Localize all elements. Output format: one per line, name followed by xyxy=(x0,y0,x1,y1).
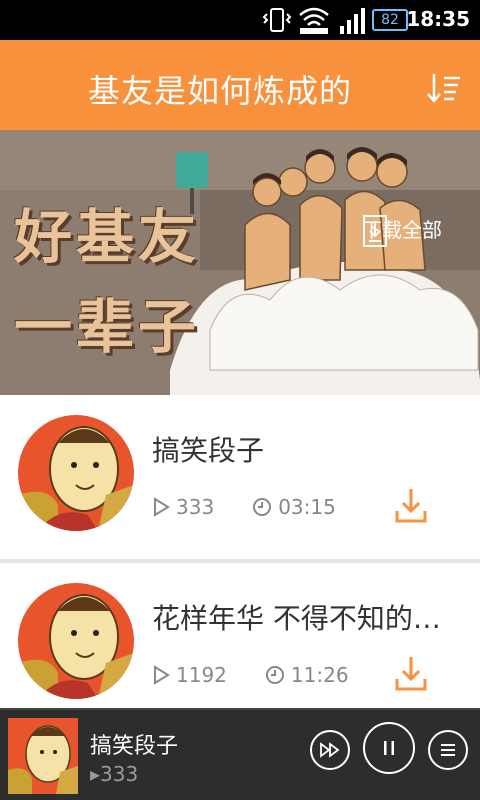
play-count: 333 xyxy=(176,495,215,519)
track-meta: 333 03:15 xyxy=(152,495,340,519)
wifi-icon xyxy=(299,7,329,34)
play-count-icon xyxy=(154,497,170,517)
play-count: 1192 xyxy=(176,663,227,687)
track-meta: 1192 11:26 xyxy=(152,663,353,687)
banner-headline-1: 好基友 xyxy=(14,203,201,271)
app-header: 基友是如何炼成的 xyxy=(0,40,480,130)
player-play-count-value: 333 xyxy=(100,762,139,786)
download-icon[interactable] xyxy=(394,655,428,693)
track-list: 搞笑段子 333 03:15 花样年华 不得不知的… 1192 11:26 xyxy=(0,395,480,731)
track-cover-image xyxy=(18,583,134,699)
playlist-button[interactable] xyxy=(428,730,468,770)
list-item[interactable]: 花样年华 不得不知的… 1192 11:26 xyxy=(0,563,480,731)
clock-icon xyxy=(253,498,272,516)
pause-button[interactable] xyxy=(363,722,415,774)
play-count-icon: ▸ xyxy=(90,762,101,786)
list-item[interactable]: 搞笑段子 333 03:15 xyxy=(0,395,480,563)
play-count-icon xyxy=(154,665,170,685)
battery-level: 82 xyxy=(381,12,399,28)
battery-icon: 82 xyxy=(372,9,408,31)
clock-icon xyxy=(265,666,284,684)
download-all-button[interactable]: 下载全部 xyxy=(362,214,442,247)
track-cover-image xyxy=(18,415,134,531)
next-button[interactable] xyxy=(310,730,350,770)
clock: 18:35 xyxy=(406,7,470,31)
track-duration: 11:26 xyxy=(290,663,349,687)
signal-icon xyxy=(340,8,365,34)
menu-icon xyxy=(441,744,455,756)
player-cover-image xyxy=(8,718,78,794)
pause-icon xyxy=(384,741,394,755)
track-title: 花样年华 不得不知的… xyxy=(152,602,441,635)
download-icon xyxy=(363,215,387,247)
banner-headline-2: 一辈子 xyxy=(14,293,201,361)
fast-forward-icon xyxy=(320,742,340,758)
status-bar: 82 18:35 xyxy=(0,0,480,40)
track-duration: 03:15 xyxy=(278,495,336,519)
track-title: 搞笑段子 xyxy=(152,434,265,467)
player-track-title: 搞笑段子 xyxy=(90,734,179,759)
download-icon[interactable] xyxy=(394,487,428,525)
album-banner[interactable]: 好基友 一辈子 下载全部 xyxy=(0,130,480,395)
vibrate-icon xyxy=(262,8,292,32)
sort-icon[interactable] xyxy=(426,70,462,106)
player-play-count: ▸333 xyxy=(90,762,138,786)
page-title: 基友是如何炼成的 xyxy=(87,72,352,110)
mini-player[interactable]: 搞笑段子 ▸333 xyxy=(0,708,480,800)
